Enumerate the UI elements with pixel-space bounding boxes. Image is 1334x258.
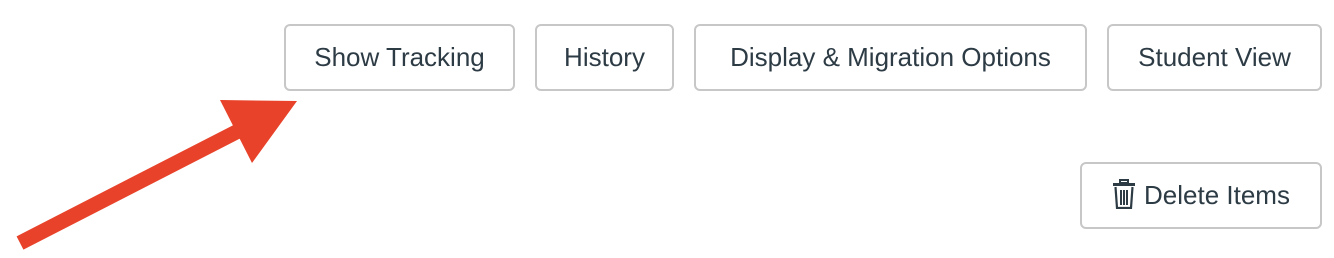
history-label: History bbox=[564, 42, 645, 72]
arrow-head bbox=[220, 100, 297, 163]
arrow-shaft bbox=[16, 118, 254, 250]
student-view-button[interactable]: Student View bbox=[1107, 24, 1322, 91]
trash-icon bbox=[1112, 178, 1136, 209]
delete-items-button[interactable]: Delete Items bbox=[1080, 162, 1322, 229]
show-tracking-label: Show Tracking bbox=[314, 42, 485, 72]
history-button[interactable]: History bbox=[535, 24, 674, 91]
display-migration-options-button[interactable]: Display & Migration Options bbox=[694, 24, 1087, 91]
show-tracking-button[interactable]: Show Tracking bbox=[284, 24, 515, 91]
display-migration-options-label: Display & Migration Options bbox=[730, 42, 1051, 72]
student-view-label: Student View bbox=[1138, 42, 1291, 72]
delete-items-label: Delete Items bbox=[1144, 180, 1290, 210]
